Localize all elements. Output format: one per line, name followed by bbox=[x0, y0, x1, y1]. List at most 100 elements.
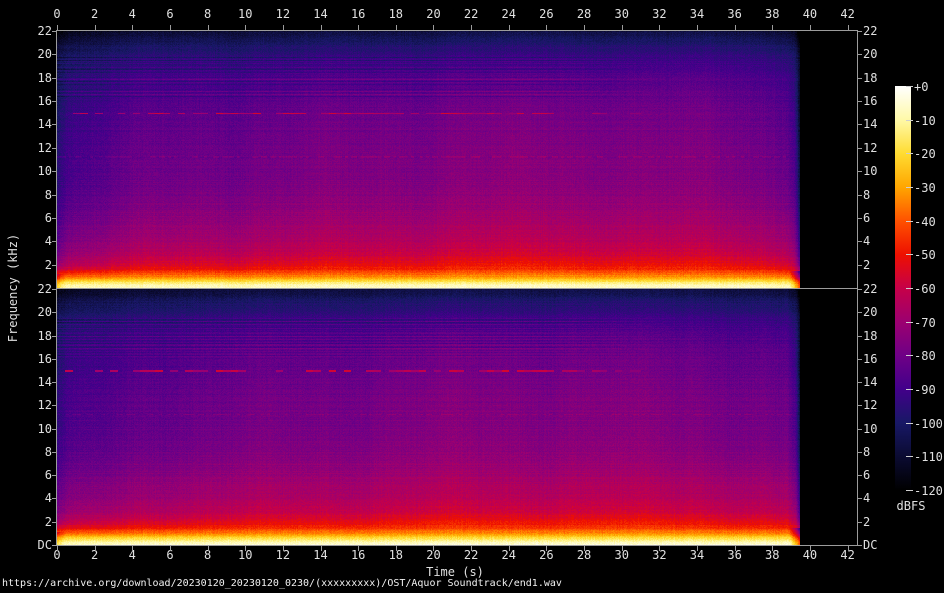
x-tick-mark bbox=[546, 546, 547, 551]
colorbar-tick-label: -40 bbox=[914, 216, 944, 228]
y-tick-label: DC bbox=[18, 539, 52, 551]
y-tick-mark bbox=[858, 148, 862, 149]
y-tick-mark bbox=[858, 382, 862, 383]
x-tick-label: 16 bbox=[343, 8, 373, 20]
x-tick-mark bbox=[396, 25, 397, 30]
x-tick-mark bbox=[170, 25, 171, 30]
colorbar-tick-label: -80 bbox=[914, 350, 944, 362]
y-tick-mark bbox=[858, 359, 862, 360]
y-tick-mark bbox=[52, 148, 56, 149]
y-tick-mark bbox=[52, 54, 56, 55]
y-tick-label: 22 bbox=[863, 25, 897, 37]
y-tick-mark bbox=[858, 405, 862, 406]
y-tick-mark bbox=[52, 359, 56, 360]
x-tick-mark bbox=[471, 546, 472, 551]
colorbar-tick-label: -10 bbox=[914, 115, 944, 127]
colorbar-tick-mark bbox=[906, 120, 913, 121]
x-tick-label: 4 bbox=[117, 8, 147, 20]
y-tick-mark bbox=[52, 336, 56, 337]
y-tick-label: 20 bbox=[18, 306, 52, 318]
y-tick-mark bbox=[858, 429, 862, 430]
x-tick-mark bbox=[396, 546, 397, 551]
y-tick-mark bbox=[52, 429, 56, 430]
colorbar-tick-mark bbox=[906, 254, 913, 255]
colorbar-tick-label: -30 bbox=[914, 182, 944, 194]
y-tick-label: 8 bbox=[863, 189, 897, 201]
y-tick-mark bbox=[858, 545, 862, 546]
y-tick-mark bbox=[858, 195, 862, 196]
x-tick-mark bbox=[283, 25, 284, 30]
y-tick-label: 16 bbox=[863, 95, 897, 107]
y-tick-mark bbox=[52, 241, 56, 242]
y-tick-mark bbox=[858, 218, 862, 219]
y-tick-label: 18 bbox=[863, 72, 897, 84]
y-tick-mark bbox=[858, 475, 862, 476]
colorbar-tick-label: -70 bbox=[914, 317, 944, 329]
x-tick-label: 32 bbox=[644, 8, 674, 20]
y-tick-label: 20 bbox=[863, 306, 897, 318]
x-tick-mark bbox=[471, 25, 472, 30]
y-tick-mark bbox=[858, 171, 862, 172]
x-tick-mark bbox=[245, 546, 246, 551]
x-tick-mark bbox=[358, 25, 359, 30]
colorbar-tick-mark bbox=[906, 490, 913, 491]
x-tick-mark bbox=[283, 546, 284, 551]
axis-line-top bbox=[56, 30, 858, 31]
x-tick-mark bbox=[170, 546, 171, 551]
colorbar-tick-mark bbox=[906, 221, 913, 222]
spectrogram-canvas-channel-2 bbox=[57, 289, 857, 545]
colorbar-tick-mark bbox=[906, 355, 913, 356]
y-tick-mark bbox=[858, 452, 862, 453]
y-tick-mark bbox=[52, 405, 56, 406]
x-tick-label: 30 bbox=[607, 8, 637, 20]
x-tick-mark bbox=[848, 546, 849, 551]
y-tick-label: 14 bbox=[18, 118, 52, 130]
y-tick-mark bbox=[52, 522, 56, 523]
x-tick-mark bbox=[735, 25, 736, 30]
x-tick-label: 10 bbox=[230, 8, 260, 20]
y-tick-label: 6 bbox=[863, 469, 897, 481]
colorbar-tick-mark bbox=[906, 423, 913, 424]
x-tick-mark bbox=[659, 25, 660, 30]
y-tick-mark bbox=[52, 218, 56, 219]
y-tick-label: 8 bbox=[18, 189, 52, 201]
x-tick-mark bbox=[697, 25, 698, 30]
y-tick-label: 16 bbox=[863, 353, 897, 365]
y-tick-label: 4 bbox=[863, 235, 897, 247]
x-tick-mark bbox=[546, 25, 547, 30]
x-tick-mark bbox=[622, 546, 623, 551]
x-tick-label: 18 bbox=[381, 8, 411, 20]
x-tick-label: 26 bbox=[531, 8, 561, 20]
colorbar-tick-mark bbox=[906, 187, 913, 188]
y-tick-mark bbox=[52, 124, 56, 125]
y-tick-label: 20 bbox=[863, 48, 897, 60]
y-tick-mark bbox=[52, 498, 56, 499]
y-tick-label: 10 bbox=[18, 423, 52, 435]
y-tick-label: 10 bbox=[863, 165, 897, 177]
y-tick-mark bbox=[52, 545, 56, 546]
y-tick-label: 8 bbox=[18, 446, 52, 458]
status-bar: https://archive.org/download/20230120_20… bbox=[2, 577, 562, 590]
colorbar-tick-mark bbox=[906, 389, 913, 390]
colorbar-tick-label: -110 bbox=[914, 451, 944, 463]
x-tick-mark bbox=[321, 25, 322, 30]
y-tick-label: 12 bbox=[863, 142, 897, 154]
y-tick-label: 10 bbox=[863, 423, 897, 435]
x-tick-mark bbox=[509, 25, 510, 30]
colorbar-tick-label: -90 bbox=[914, 384, 944, 396]
x-tick-mark bbox=[358, 546, 359, 551]
x-tick-mark bbox=[848, 25, 849, 30]
colorbar-tick-mark bbox=[906, 153, 913, 154]
y-tick-mark bbox=[858, 498, 862, 499]
colorbar-tick-mark bbox=[906, 288, 913, 289]
y-tick-label: 22 bbox=[18, 25, 52, 37]
y-tick-mark bbox=[52, 475, 56, 476]
y-tick-mark bbox=[52, 31, 56, 32]
y-tick-label: 6 bbox=[18, 469, 52, 481]
x-tick-mark bbox=[132, 25, 133, 30]
y-tick-label: 22 bbox=[18, 283, 52, 295]
colorbar-tick-label: -120 bbox=[914, 485, 944, 497]
x-tick-mark bbox=[132, 546, 133, 551]
y-tick-mark bbox=[858, 78, 862, 79]
x-tick-mark bbox=[810, 546, 811, 551]
